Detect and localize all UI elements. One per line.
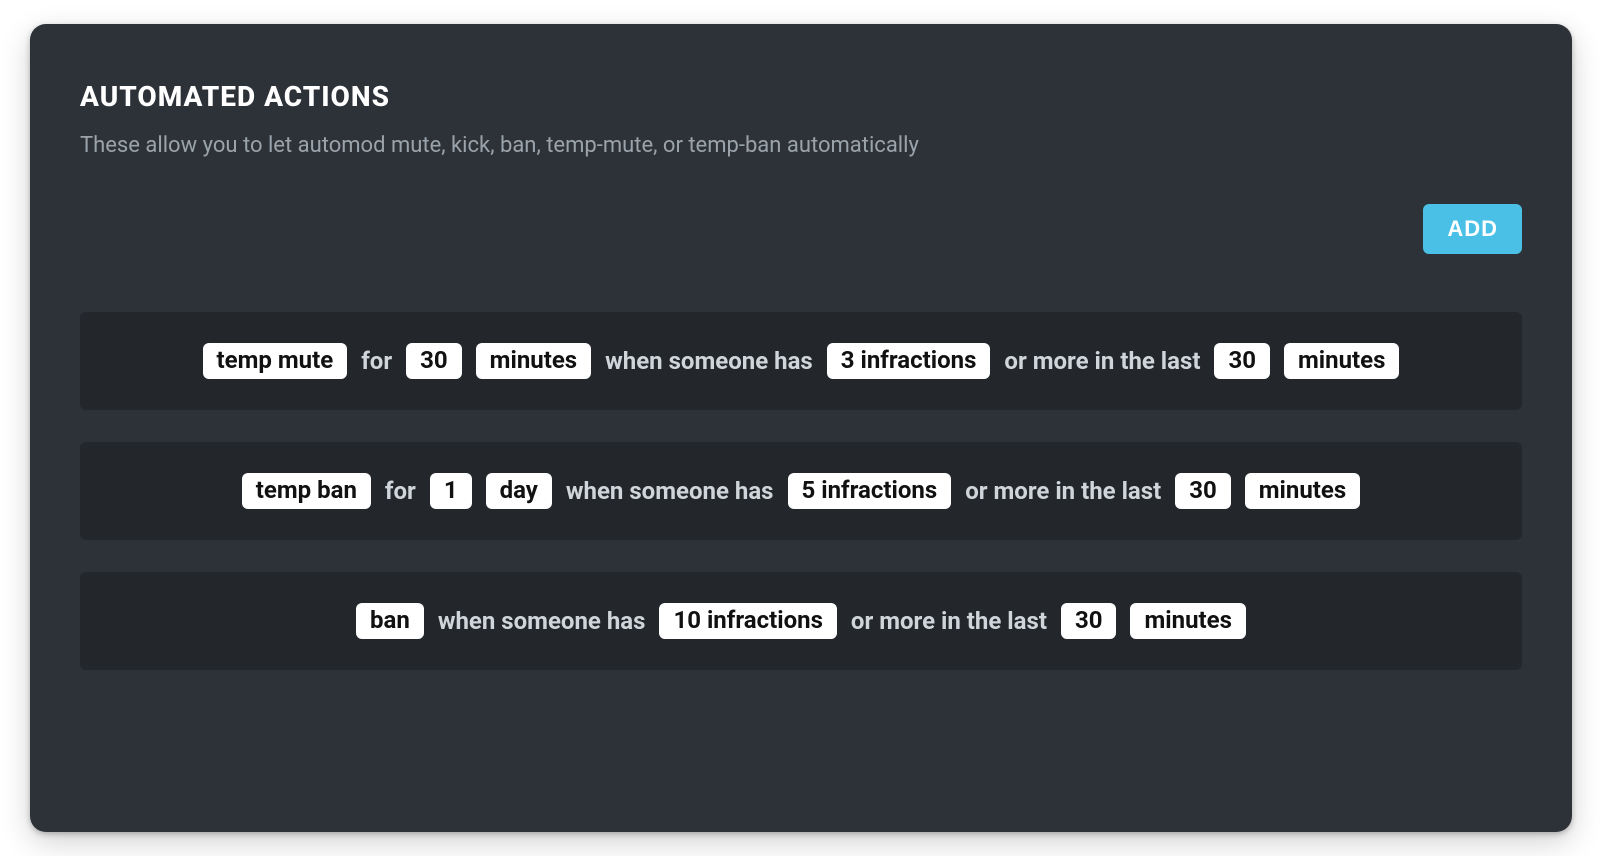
rules-list: temp mute for 30 minutes when someone ha… <box>80 312 1522 670</box>
rule-row: ban when someone has 10 infractions or m… <box>80 572 1522 670</box>
label-when-someone-has: when someone has <box>438 607 646 635</box>
rule-window-value-input[interactable]: 30 <box>1175 473 1231 509</box>
rule-window-value-input[interactable]: 30 <box>1061 603 1117 639</box>
automated-actions-panel: AUTOMATED ACTIONS These allow you to let… <box>30 24 1572 832</box>
panel-actions-bar: ADD <box>80 204 1522 254</box>
rule-infractions-input[interactable]: 5 infractions <box>788 473 952 509</box>
panel-subtitle: These allow you to let automod mute, kic… <box>80 133 1522 158</box>
rule-infractions-input[interactable]: 10 infractions <box>659 603 836 639</box>
label-when-someone-has: when someone has <box>605 347 813 375</box>
rule-window-value-input[interactable]: 30 <box>1214 343 1270 379</box>
rule-window-unit-select[interactable]: minutes <box>1245 473 1360 509</box>
add-button[interactable]: ADD <box>1423 204 1522 254</box>
rule-row: temp ban for 1 day when someone has 5 in… <box>80 442 1522 540</box>
rule-row: temp mute for 30 minutes when someone ha… <box>80 312 1522 410</box>
label-or-more-in-the-last: or more in the last <box>965 477 1161 505</box>
label-for: for <box>385 477 416 505</box>
rule-window-unit-select[interactable]: minutes <box>1284 343 1399 379</box>
page-root: AUTOMATED ACTIONS These allow you to let… <box>0 0 1602 856</box>
rule-duration-unit-select[interactable]: day <box>486 473 552 509</box>
rule-window-unit-select[interactable]: minutes <box>1130 603 1245 639</box>
label-or-more-in-the-last: or more in the last <box>851 607 1047 635</box>
rule-duration-value-input[interactable]: 30 <box>406 343 462 379</box>
label-or-more-in-the-last: or more in the last <box>1004 347 1200 375</box>
rule-action-select[interactable]: temp ban <box>242 473 371 509</box>
rule-duration-value-input[interactable]: 1 <box>430 473 472 509</box>
label-for: for <box>361 347 392 375</box>
rule-duration-unit-select[interactable]: minutes <box>476 343 591 379</box>
rule-infractions-input[interactable]: 3 infractions <box>827 343 991 379</box>
rule-action-select[interactable]: temp mute <box>203 343 348 379</box>
label-when-someone-has: when someone has <box>566 477 774 505</box>
rule-action-select[interactable]: ban <box>356 603 424 639</box>
panel-title: AUTOMATED ACTIONS <box>80 80 1522 113</box>
